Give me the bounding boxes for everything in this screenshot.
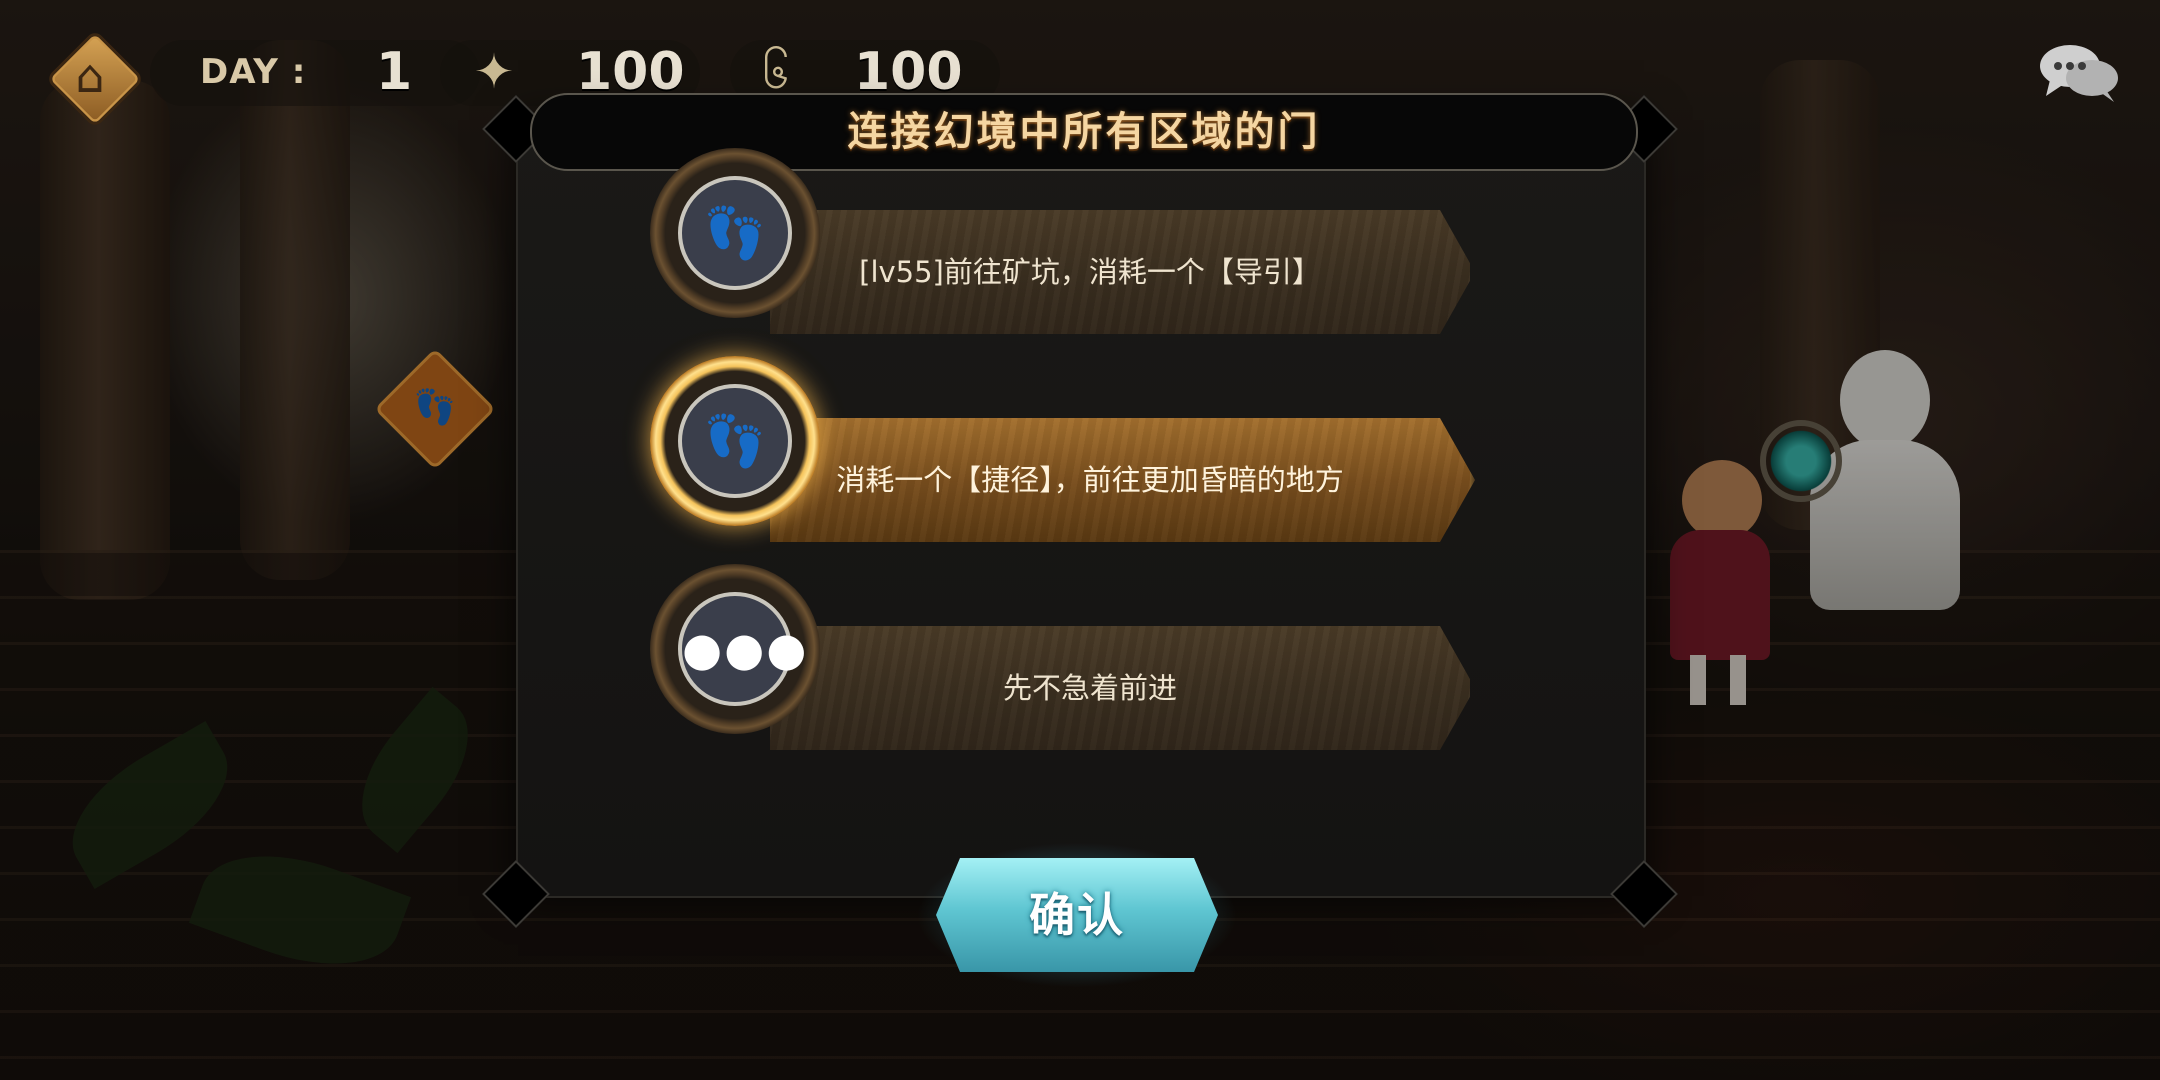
chat-button[interactable] — [2036, 40, 2122, 106]
option-label: [lv55]前往矿坑，消耗一个【导引】 — [859, 255, 1321, 289]
option-label: 先不急着前进 — [1002, 671, 1177, 705]
confirm-button[interactable]: 确认 — [916, 842, 1238, 988]
option-go-to-mine[interactable]: 👣 [lv55]前往矿坑，消耗一个【导引】 — [650, 148, 1530, 340]
day-value: 1 — [376, 42, 413, 102]
option-use-shortcut[interactable]: 👣 消耗一个【捷径】，前往更加昏暗的地方 — [650, 356, 1530, 548]
day-label: DAY : — [200, 52, 307, 92]
person-icon: ✦ — [473, 44, 515, 100]
confirm-label: 确认 — [1029, 888, 1125, 942]
dialog-title: 连接幻境中所有区域的门 — [847, 109, 1321, 155]
home-icon: ⌂ — [75, 49, 105, 103]
option-wait[interactable]: ●●● 先不急着前进 — [650, 564, 1530, 756]
option-label: 消耗一个【捷径】，前往更加昏暗的地方 — [836, 463, 1344, 497]
chat-icon — [2040, 45, 2118, 102]
